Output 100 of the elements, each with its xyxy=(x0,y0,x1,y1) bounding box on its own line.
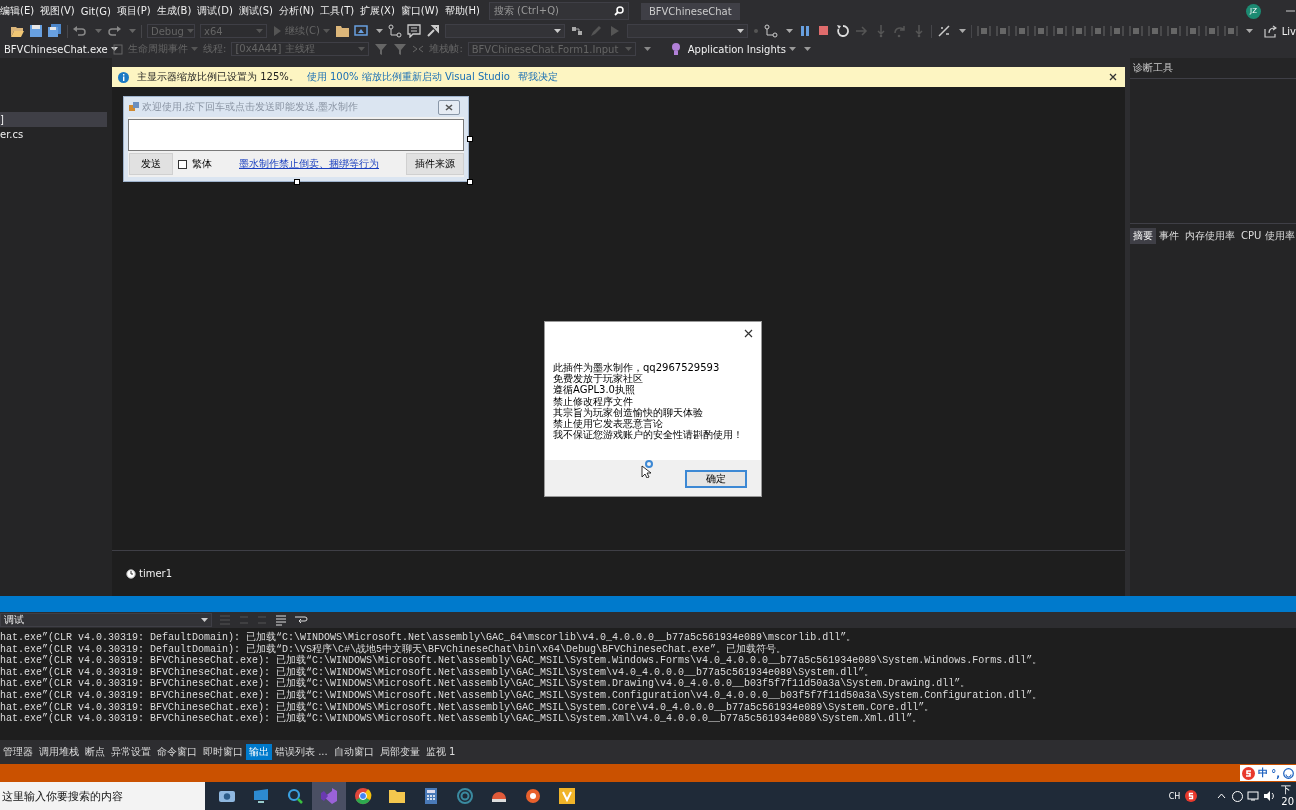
layout-icon[interactable] xyxy=(995,24,1010,38)
tool-window-tab[interactable]: 输出 xyxy=(246,744,272,760)
application-insights-button[interactable]: Application Insights xyxy=(687,43,796,55)
minimize-icon[interactable] xyxy=(1285,7,1296,15)
clear-all-icon[interactable] xyxy=(274,614,288,626)
folder-icon[interactable] xyxy=(335,24,349,38)
source-button[interactable]: 插件来源 xyxy=(406,153,464,175)
component-label[interactable]: timer1 xyxy=(139,568,173,579)
screenshot-icon[interactable] xyxy=(354,24,368,38)
clock-text[interactable]: 20 xyxy=(1281,796,1294,808)
stop-icon[interactable] xyxy=(816,24,831,38)
timer-icon xyxy=(126,568,136,579)
info-link[interactable]: 使用 100% 缩放比例重新启动 Visual Studio xyxy=(306,70,510,84)
branch-icon[interactable] xyxy=(388,24,402,38)
menu-item[interactable]: 帮助(H) xyxy=(441,4,483,18)
resize-handle[interactable] xyxy=(467,179,473,185)
word-wrap-icon[interactable] xyxy=(294,614,308,626)
tool-window-tab[interactable]: 调用堆栈 xyxy=(36,744,82,760)
busy-cursor-icon xyxy=(641,460,655,478)
layout-icon[interactable] xyxy=(1223,24,1238,38)
close-icon xyxy=(445,104,453,111)
dot-icon[interactable] xyxy=(752,28,759,34)
resize-handle[interactable] xyxy=(467,136,473,142)
save-all-icon[interactable] xyxy=(48,24,62,38)
restart-icon[interactable] xyxy=(835,24,850,38)
language-indicator[interactable]: CH xyxy=(1168,791,1181,801)
clock-text[interactable]: 下 xyxy=(1281,784,1294,796)
ok-button[interactable]: 确定 xyxy=(685,470,747,488)
search-field[interactable]: 搜索 (Ctrl+Q) xyxy=(488,2,629,20)
search-field[interactable]: 这里输入你要搜索的内容 xyxy=(0,782,205,810)
menu-item[interactable]: 窗口(W) xyxy=(397,4,442,18)
network-icon[interactable] xyxy=(1247,791,1260,801)
tab[interactable]: CPU 使用率 xyxy=(1238,228,1296,244)
message-text: 免费发放于玩家社区 xyxy=(553,373,643,385)
menu-item[interactable]: 调试(D) xyxy=(194,4,236,18)
layout-icon[interactable] xyxy=(1033,24,1048,38)
message-input[interactable] xyxy=(128,119,464,151)
checkbox[interactable] xyxy=(178,159,187,169)
layout-icon[interactable] xyxy=(976,24,991,38)
menu-item[interactable]: 工具(T) xyxy=(317,4,358,18)
tool-window-tab[interactable]: 自动窗口 xyxy=(330,744,377,760)
menu-item[interactable]: 测试(S) xyxy=(235,4,276,18)
menu-item[interactable]: 项目(P) xyxy=(113,4,154,18)
close-icon[interactable] xyxy=(1109,73,1117,81)
info-link[interactable]: 帮我决定 xyxy=(517,70,558,84)
speaker-icon[interactable] xyxy=(1263,791,1276,801)
menu-item[interactable]: 分析(N) xyxy=(275,4,318,18)
chevron-up-icon[interactable] xyxy=(1217,793,1227,799)
caret-icon xyxy=(323,29,330,33)
layout-icon[interactable] xyxy=(1052,24,1067,38)
tab[interactable]: 摘要 xyxy=(1130,228,1156,244)
close-icon[interactable] xyxy=(744,329,753,338)
layout-icon[interactable] xyxy=(1128,24,1143,38)
link[interactable]: 墨水制作禁止倒卖、捆绑等行为 xyxy=(239,157,379,171)
output-source-dropdown[interactable]: 调试 xyxy=(0,613,212,627)
tool-window-tab[interactable]: 局部变量 xyxy=(376,744,423,760)
solution-explorer-item[interactable]: er.cs xyxy=(0,127,107,142)
menu-item[interactable]: 扩展(X) xyxy=(357,4,398,18)
undo-icon[interactable] xyxy=(73,24,87,38)
save-icon[interactable] xyxy=(29,24,43,38)
ime-mode[interactable]: 中 xyxy=(1258,766,1269,780)
tab[interactable]: 事件 xyxy=(1156,228,1182,244)
message-text: 禁止修改程序文件 xyxy=(553,395,633,407)
layout-icon[interactable] xyxy=(1147,24,1162,38)
branch-icon[interactable] xyxy=(763,24,778,38)
form-window[interactable]: 欢迎使用,按下回车或点击发送即能发送,墨水制作 发送 繁体 墨水制作禁止倒卖、捆绑等行为 插件来源 xyxy=(123,96,469,182)
layout-icon[interactable] xyxy=(1109,24,1124,38)
tool-window-tab[interactable]: 管理器 xyxy=(0,744,36,760)
solution-explorer-item[interactable]: ] xyxy=(0,112,107,127)
comment-icon[interactable] xyxy=(407,24,421,38)
caret-icon xyxy=(358,47,366,51)
collapse-icon[interactable] xyxy=(412,44,425,54)
redo-icon[interactable] xyxy=(107,24,121,38)
menu-item[interactable]: 编辑(E) xyxy=(0,4,38,18)
ime-punctuation[interactable]: °, xyxy=(1271,767,1280,779)
tool-window-tab[interactable]: 监视 1 xyxy=(422,744,459,760)
share-icon[interactable] xyxy=(1262,24,1277,38)
menu-item[interactable]: Git(G) xyxy=(77,5,114,17)
layout-icon[interactable] xyxy=(1204,24,1219,38)
layout-icon[interactable] xyxy=(1185,24,1200,38)
tool-window-tab[interactable]: 异常设置 xyxy=(108,744,154,760)
menu-item[interactable]: 生成(B) xyxy=(153,4,195,18)
tool-window-tab[interactable]: 断点 xyxy=(82,744,108,760)
tool-window-tab[interactable]: 错误列表 ... xyxy=(272,744,331,760)
smiley-icon[interactable] xyxy=(1283,767,1294,779)
menu-item[interactable]: 视图(V) xyxy=(37,4,78,18)
tool-window-tab[interactable]: 命令窗口 xyxy=(154,744,200,760)
layout-icon[interactable] xyxy=(1090,24,1105,38)
wand-icon[interactable] xyxy=(936,24,951,38)
folder-open-icon[interactable] xyxy=(10,24,24,38)
live-share-button[interactable]: Liv xyxy=(1281,25,1296,37)
close-button[interactable] xyxy=(438,100,460,115)
tool-window-tab[interactable]: 即时窗口 xyxy=(200,744,246,760)
resize-handle[interactable] xyxy=(294,179,300,185)
layout-icon[interactable] xyxy=(1071,24,1086,38)
filter-icon[interactable] xyxy=(374,42,389,56)
layout-icon[interactable] xyxy=(1166,24,1181,38)
send-button[interactable]: 发送 xyxy=(129,153,173,175)
tab[interactable]: 内存使用率 xyxy=(1182,228,1238,244)
layout-icon[interactable] xyxy=(1014,24,1029,38)
